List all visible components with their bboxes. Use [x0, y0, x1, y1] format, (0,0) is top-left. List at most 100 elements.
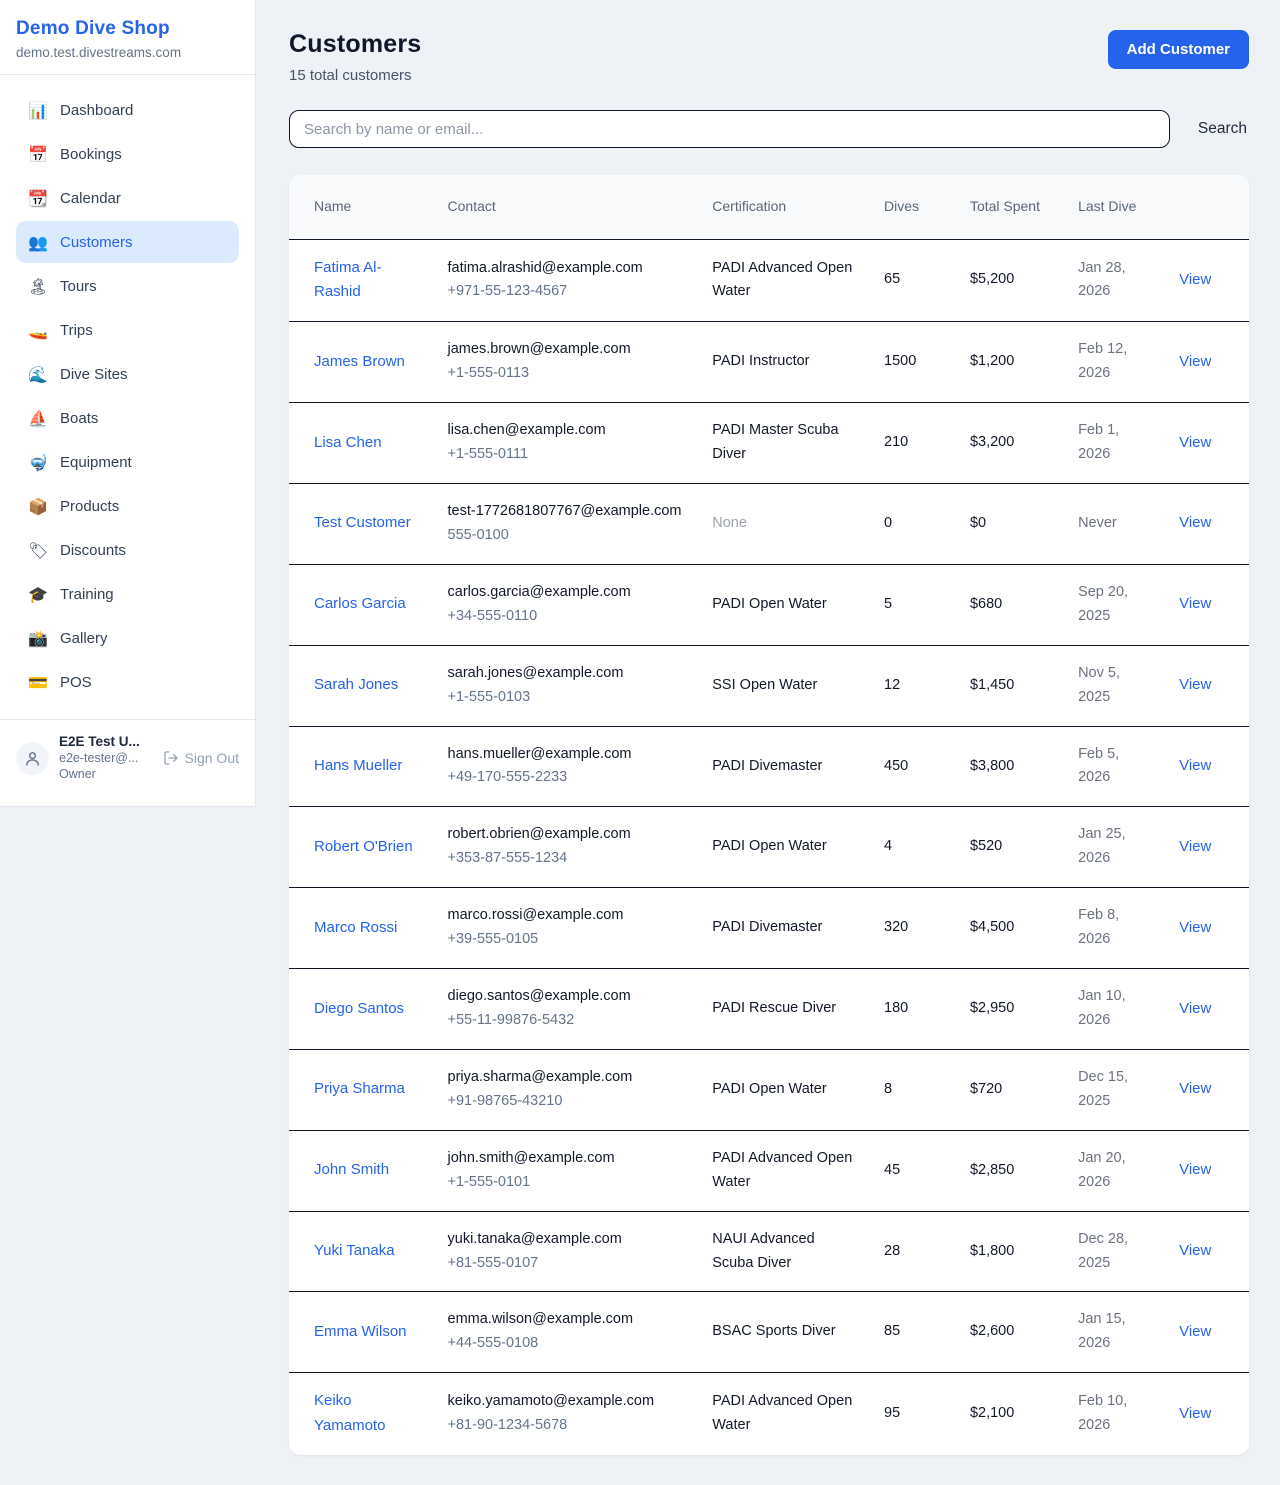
- customer-name-link[interactable]: Carlos Garcia: [314, 595, 406, 612]
- sidebar-item-boats[interactable]: ⛵ Boats: [16, 397, 239, 439]
- sidebar-item-tours[interactable]: 🏝Tours: [16, 265, 239, 307]
- search-row: Search: [289, 110, 1249, 148]
- view-link[interactable]: View: [1179, 434, 1211, 451]
- brand-domain: demo.test.divestreams.com: [16, 45, 239, 60]
- view-link[interactable]: View: [1179, 757, 1211, 774]
- sidebar-item-products[interactable]: 📦Products: [16, 485, 239, 527]
- customer-certification: PADI Master Scuba Diver: [712, 422, 838, 462]
- sidebar-item-label: Boats: [60, 410, 98, 427]
- view-link[interactable]: View: [1179, 595, 1211, 612]
- search-input[interactable]: [289, 110, 1170, 148]
- customer-email: carlos.garcia@example.com: [448, 581, 687, 605]
- customer-name-link[interactable]: Sarah Jones: [314, 676, 398, 693]
- search-button[interactable]: Search: [1196, 116, 1249, 142]
- customer-certification: PADI Advanced Open Water: [712, 260, 852, 300]
- column-header: Certification: [700, 175, 872, 239]
- customer-email: test-1772681807767@example.com: [448, 500, 687, 524]
- customer-name-link[interactable]: Priya Sharma: [314, 1080, 405, 1097]
- customer-dives: 45: [872, 1130, 958, 1211]
- customer-phone: +49-170-555-2233: [448, 766, 687, 790]
- sidebar-item-trips[interactable]: 🚤Trips: [16, 309, 239, 351]
- view-link[interactable]: View: [1179, 919, 1211, 936]
- customer-name-link[interactable]: Emma Wilson: [314, 1323, 407, 1340]
- customer-total-spent: $1,800: [958, 1211, 1066, 1292]
- boats-icon: ⛵: [28, 409, 48, 428]
- view-link[interactable]: View: [1179, 1242, 1211, 1259]
- sidebar-item-label: Calendar: [60, 190, 121, 207]
- sidebar-item-bookings[interactable]: 📅Bookings: [16, 133, 239, 175]
- view-link[interactable]: View: [1179, 838, 1211, 855]
- user-role: Owner: [59, 767, 153, 783]
- customers-icon: 👥: [28, 233, 48, 252]
- customer-email: yuki.tanaka@example.com: [448, 1228, 687, 1252]
- page-header-text: Customers 15 total customers: [289, 30, 421, 84]
- view-link[interactable]: View: [1179, 676, 1211, 693]
- sign-out-button[interactable]: Sign Out: [163, 750, 239, 766]
- brand: Demo Dive Shop demo.test.divestreams.com: [0, 0, 255, 75]
- view-link[interactable]: View: [1179, 514, 1211, 531]
- sidebar-item-equipment[interactable]: 🤿Equipment: [16, 441, 239, 483]
- customers-table: NameContactCertificationDivesTotal Spent…: [289, 175, 1249, 1455]
- view-link[interactable]: View: [1179, 1323, 1211, 1340]
- customer-certification: NAUI Advanced Scuba Diver: [712, 1231, 814, 1271]
- customer-certification: PADI Advanced Open Water: [712, 1150, 852, 1190]
- customer-name-link[interactable]: Yuki Tanaka: [314, 1242, 395, 1259]
- sidebar-item-dashboard[interactable]: 📊Dashboard: [16, 89, 239, 131]
- sidebar-item-customers[interactable]: 👥Customers: [16, 221, 239, 263]
- sidebar-item-dive-sites[interactable]: 🌊Dive Sites: [16, 353, 239, 395]
- table-row: Keiko Yamamotokeiko.yamamoto@example.com…: [289, 1373, 1249, 1455]
- view-link[interactable]: View: [1179, 271, 1211, 288]
- table-row: Sarah Jonessarah.jones@example.com+1-555…: [289, 645, 1249, 726]
- table-row: Marco Rossimarco.rossi@example.com+39-55…: [289, 888, 1249, 969]
- sidebar-item-label: Dive Sites: [60, 366, 128, 383]
- customer-name-link[interactable]: Robert O'Brien: [314, 838, 413, 855]
- customer-certification: PADI Rescue Diver: [712, 1000, 836, 1016]
- customer-name-link[interactable]: Test Customer: [314, 514, 411, 531]
- customer-name-link[interactable]: Fatima Al-Rashid: [314, 259, 382, 301]
- customer-email: marco.rossi@example.com: [448, 904, 687, 928]
- sidebar-item-pos[interactable]: 💳POS: [16, 661, 239, 703]
- customer-last-dive: Jan 25, 2026: [1066, 807, 1167, 888]
- customer-dives: 28: [872, 1211, 958, 1292]
- customer-total-spent: $2,850: [958, 1130, 1066, 1211]
- customer-name-link[interactable]: Marco Rossi: [314, 919, 397, 936]
- customer-email: diego.santos@example.com: [448, 985, 687, 1009]
- sidebar-item-label: Trips: [60, 322, 93, 339]
- customer-total-spent: $2,600: [958, 1292, 1066, 1373]
- view-link[interactable]: View: [1179, 1000, 1211, 1017]
- customer-name-link[interactable]: Keiko Yamamoto: [314, 1392, 385, 1434]
- view-link[interactable]: View: [1179, 353, 1211, 370]
- customer-name-link[interactable]: Diego Santos: [314, 1000, 404, 1017]
- table-row: Robert O'Brienrobert.obrien@example.com+…: [289, 807, 1249, 888]
- sidebar-item-discounts[interactable]: 🏷Discounts: [16, 529, 239, 571]
- customer-name-link[interactable]: Hans Mueller: [314, 757, 402, 774]
- customer-certification: SSI Open Water: [712, 677, 817, 693]
- main-content: Customers 15 total customers Add Custome…: [256, 0, 1280, 1485]
- user-email: e2e-tester@...: [59, 751, 153, 767]
- customer-certification: PADI Open Water: [712, 838, 826, 854]
- customer-last-dive: Jan 28, 2026: [1066, 239, 1167, 322]
- table-row: Priya Sharmapriya.sharma@example.com+91-…: [289, 1049, 1249, 1130]
- page-subtitle: 15 total customers: [289, 67, 421, 84]
- view-link[interactable]: View: [1179, 1161, 1211, 1178]
- customer-name-link[interactable]: John Smith: [314, 1161, 389, 1178]
- customer-total-spent: $2,100: [958, 1373, 1066, 1455]
- customer-name-link[interactable]: Lisa Chen: [314, 434, 382, 451]
- table-row: Diego Santosdiego.santos@example.com+55-…: [289, 969, 1249, 1050]
- sidebar-item-calendar[interactable]: 📆Calendar: [16, 177, 239, 219]
- customer-name-link[interactable]: James Brown: [314, 353, 405, 370]
- training-icon: 🎓: [28, 585, 48, 604]
- view-link[interactable]: View: [1179, 1405, 1211, 1422]
- customer-total-spent: $2,950: [958, 969, 1066, 1050]
- page-title: Customers: [289, 30, 421, 59]
- customer-dives: 180: [872, 969, 958, 1050]
- table-row: John Smithjohn.smith@example.com+1-555-0…: [289, 1130, 1249, 1211]
- customer-phone: +44-555-0108: [448, 1332, 687, 1356]
- sidebar-item-training[interactable]: 🎓Training: [16, 573, 239, 615]
- add-customer-button[interactable]: Add Customer: [1108, 30, 1249, 69]
- customer-dives: 65: [872, 239, 958, 322]
- customer-email: hans.mueller@example.com: [448, 743, 687, 767]
- sidebar-item-gallery[interactable]: 📸Gallery: [16, 617, 239, 659]
- products-icon: 📦: [28, 497, 48, 516]
- view-link[interactable]: View: [1179, 1080, 1211, 1097]
